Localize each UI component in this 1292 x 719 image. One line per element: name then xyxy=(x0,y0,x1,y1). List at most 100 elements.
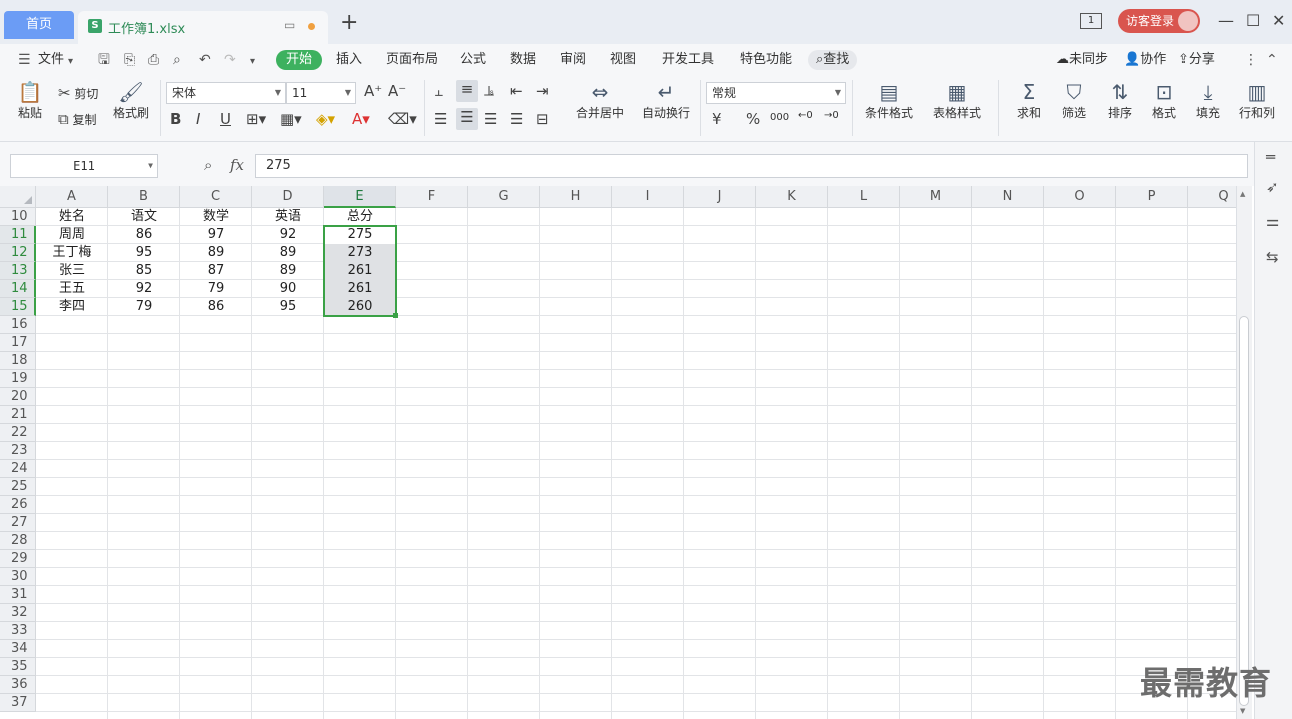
column-header-e[interactable]: E xyxy=(324,186,396,208)
row-header-10[interactable]: 10 xyxy=(0,208,36,226)
row-header-31[interactable]: 31 xyxy=(0,586,36,604)
format-painter-button[interactable]: 🖌 格式刷 xyxy=(110,80,152,121)
column-header-o[interactable]: O xyxy=(1044,186,1116,208)
login-button[interactable]: 访客登录 xyxy=(1118,9,1200,33)
font-name-select[interactable]: 宋体 ▼ xyxy=(166,82,286,104)
indent-decrease-icon[interactable]: ⇤ xyxy=(510,82,523,100)
sum-button[interactable]: Σ 求和 xyxy=(1010,80,1048,121)
table-cell[interactable]: 89 xyxy=(252,244,324,262)
table-header-cell[interactable]: 总分 xyxy=(324,208,396,226)
indent-increase-icon[interactable]: ⇥ xyxy=(536,82,549,100)
cut-button[interactable]: ✂ 剪切 xyxy=(58,84,98,102)
row-header-29[interactable]: 29 xyxy=(0,550,36,568)
select-all-corner[interactable] xyxy=(0,186,36,208)
tab-formulas[interactable]: 公式 xyxy=(460,50,486,70)
row-header-11[interactable]: 11 xyxy=(0,226,36,244)
currency-button[interactable]: ¥ xyxy=(712,110,722,128)
column-header-l[interactable]: L xyxy=(828,186,900,208)
row-header-14[interactable]: 14 xyxy=(0,280,36,298)
table-cell[interactable]: 87 xyxy=(180,262,252,280)
border-icon[interactable]: ⊞▾ xyxy=(246,110,266,128)
align-center-icon[interactable]: ☰ xyxy=(456,108,478,130)
row-header-27[interactable]: 27 xyxy=(0,514,36,532)
table-cell[interactable]: 261 xyxy=(324,280,396,298)
table-cell[interactable]: 92 xyxy=(108,280,180,298)
row-header-32[interactable]: 32 xyxy=(0,604,36,622)
align-middle-icon[interactable]: ≡ xyxy=(456,80,478,102)
row-header-15[interactable]: 15 xyxy=(0,298,36,316)
row-header-37[interactable]: 37 xyxy=(0,694,36,712)
column-header-n[interactable]: N xyxy=(972,186,1044,208)
print-preview-icon[interactable]: ⌕ xyxy=(173,53,181,67)
row-header-36[interactable]: 36 xyxy=(0,676,36,694)
row-header-13[interactable]: 13 xyxy=(0,262,36,280)
thousands-button[interactable]: 000 xyxy=(770,112,789,123)
formula-input[interactable]: 275 xyxy=(255,154,1248,178)
table-cell[interactable]: 79 xyxy=(180,280,252,298)
share-button[interactable]: ⇪分享 xyxy=(1178,50,1215,70)
align-left-icon[interactable]: ☰ xyxy=(434,110,447,128)
collaborate-button[interactable]: 👤协作 xyxy=(1124,50,1166,70)
table-header-cell[interactable]: 语文 xyxy=(108,208,180,226)
column-header-j[interactable]: J xyxy=(684,186,756,208)
underline-button[interactable]: U xyxy=(220,110,231,128)
tab-home-ribbon[interactable]: 开始 xyxy=(276,50,323,70)
row-header-33[interactable]: 33 xyxy=(0,622,36,640)
table-cell[interactable]: 86 xyxy=(180,298,252,316)
tab-home[interactable]: 首页 xyxy=(4,11,74,39)
table-cell[interactable]: 张三 xyxy=(36,262,108,280)
column-header-a[interactable]: A xyxy=(36,186,108,208)
row-header-35[interactable]: 35 xyxy=(0,658,36,676)
table-cell[interactable]: 79 xyxy=(108,298,180,316)
maximize-button[interactable]: ☐ xyxy=(1246,10,1260,32)
column-header-g[interactable]: G xyxy=(468,186,540,208)
font-size-select[interactable]: 11 ▼ xyxy=(286,82,356,104)
export-icon[interactable]: ⎘ xyxy=(124,53,135,67)
column-header-i[interactable]: I xyxy=(612,186,684,208)
filter-button[interactable]: ⛉ 筛选 xyxy=(1054,80,1094,121)
row-header-25[interactable]: 25 xyxy=(0,478,36,496)
hamburger-icon[interactable]: ☰ xyxy=(18,53,31,67)
zoom-icon[interactable]: ⌕ xyxy=(204,156,212,174)
row-header-19[interactable]: 19 xyxy=(0,370,36,388)
table-cell[interactable]: 90 xyxy=(252,280,324,298)
name-box[interactable]: E11 ▼ xyxy=(10,154,158,178)
decrease-font-icon[interactable]: A⁻ xyxy=(388,82,406,100)
wrap-text-button[interactable]: ↵ 自动换行 xyxy=(640,80,692,121)
copy-button[interactable]: ⧉ 复制 xyxy=(58,110,97,128)
clear-icon[interactable]: ⌫▾ xyxy=(388,110,417,128)
row-header-21[interactable]: 21 xyxy=(0,406,36,424)
row-header-12[interactable]: 12 xyxy=(0,244,36,262)
align-top-icon[interactable]: ⫠ xyxy=(434,82,443,100)
table-header-cell[interactable]: 数学 xyxy=(180,208,252,226)
search-button[interactable]: ⌕查找 xyxy=(808,50,858,70)
row-header-30[interactable]: 30 xyxy=(0,568,36,586)
settings-sliders-icon[interactable]: ⚌ xyxy=(1266,212,1279,230)
new-tab-button[interactable]: + xyxy=(340,12,358,34)
bold-button[interactable]: B xyxy=(170,110,181,128)
sort-button[interactable]: ⇅ 排序 xyxy=(1100,80,1140,121)
collapse-ribbon-icon[interactable]: ⌃ xyxy=(1266,53,1278,67)
more-options-icon[interactable]: ⋮ xyxy=(1244,53,1258,67)
table-cell[interactable]: 85 xyxy=(108,262,180,280)
number-format-select[interactable]: 常规 ▼ xyxy=(706,82,846,104)
table-cell[interactable]: 92 xyxy=(252,226,324,244)
table-cell[interactable]: 86 xyxy=(108,226,180,244)
sync-button[interactable]: ☁未同步 xyxy=(1056,50,1108,70)
save-icon[interactable]: 🖫 xyxy=(98,53,110,67)
format-button[interactable]: ⊡ 格式 xyxy=(1144,80,1184,121)
table-cell[interactable]: 97 xyxy=(180,226,252,244)
justify-icon[interactable]: ☰ xyxy=(510,110,523,128)
row-header-26[interactable]: 26 xyxy=(0,496,36,514)
table-cell[interactable]: 89 xyxy=(252,262,324,280)
row-header-28[interactable]: 28 xyxy=(0,532,36,550)
row-header-17[interactable]: 17 xyxy=(0,334,36,352)
table-cell[interactable]: 王丁梅 xyxy=(36,244,108,262)
column-header-d[interactable]: D xyxy=(252,186,324,208)
tab-page-layout[interactable]: 页面布局 xyxy=(386,50,438,70)
table-cell[interactable]: 89 xyxy=(180,244,252,262)
column-header-m[interactable]: M xyxy=(900,186,972,208)
column-header-k[interactable]: K xyxy=(756,186,828,208)
table-cell[interactable]: 275 xyxy=(324,226,396,244)
row-header-20[interactable]: 20 xyxy=(0,388,36,406)
